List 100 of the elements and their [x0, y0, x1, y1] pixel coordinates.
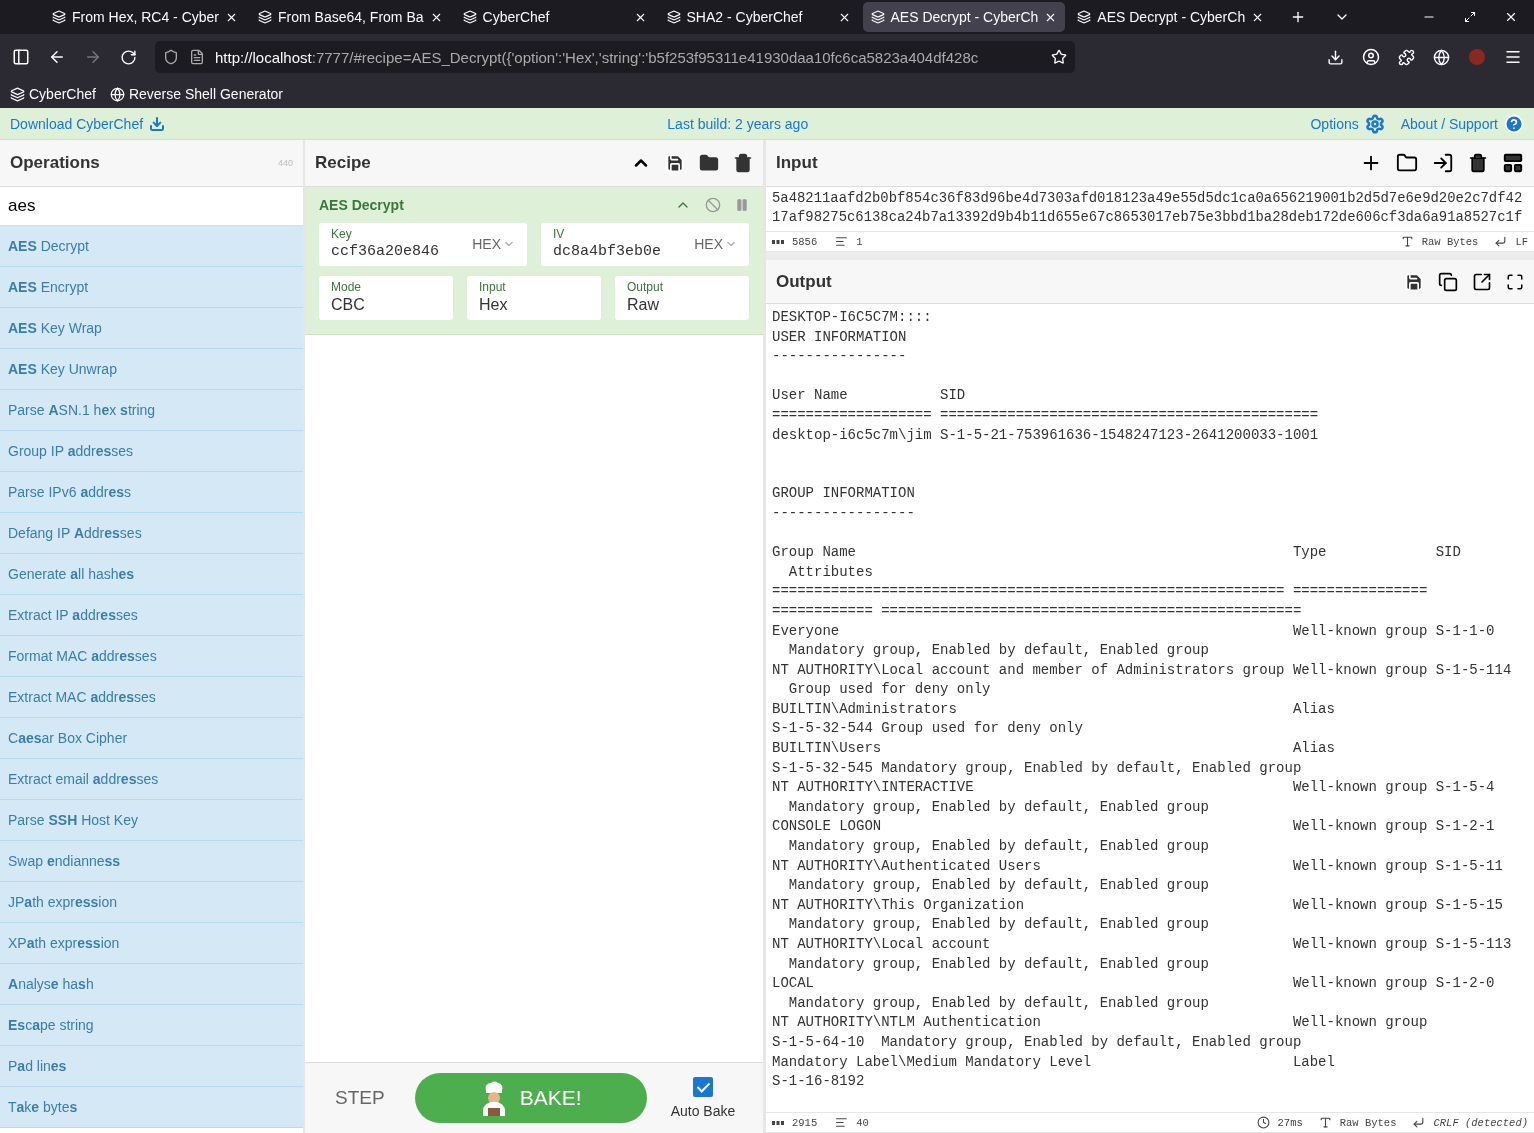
browser-tab[interactable]: AES Decrypt - CyberCh	[1069, 2, 1273, 32]
operation-item[interactable]: Format MAC addresses	[8, 648, 157, 664]
trash-icon[interactable]	[733, 153, 753, 173]
return-icon	[1412, 1116, 1426, 1129]
argument-dropdown[interactable]: Output Raw	[615, 276, 749, 320]
eol-label[interactable]: CRLF (detected)	[1433, 1116, 1528, 1129]
browser-tab[interactable]: From Hex, RC4 - Cyber	[44, 2, 247, 32]
checkbox-label: Auto Bake	[670, 1103, 736, 1119]
reload-icon[interactable]	[120, 48, 137, 66]
operation-item[interactable]: JPath expression	[8, 894, 117, 910]
folder-icon[interactable]	[1396, 152, 1418, 174]
fullscreen-icon[interactable]	[1506, 272, 1524, 291]
operation-item[interactable]: Group IP addresses	[8, 443, 134, 459]
browser-tab[interactable]: AES Decrypt - CyberCh	[862, 2, 1066, 32]
operation-item[interactable]: AES Key Wrap	[8, 320, 102, 336]
browser-tab[interactable]: From Base64, From Ba	[250, 2, 451, 32]
settings-icon[interactable]	[1364, 113, 1385, 134]
operation-item[interactable]: Take bytes	[8, 1099, 78, 1115]
download-link[interactable]: Download CyberChef	[10, 115, 166, 132]
help-icon[interactable]	[1504, 113, 1524, 134]
copy-icon[interactable]	[1438, 271, 1458, 292]
output-text: DESKTOP-I6C5C7M:::: USER INFORMATION ---------------- User Name SID =================== ============================================= desktop-i6c5c7m\jim S-1-5-21-753961636-1548247123-2641200033-1001 GROUP INFORMATION ----------------- Group Name Type SID Attributes ============================================================= ================ ============ ================================================== Everyone Well-known group S-1-1-0 Mandatory group, Enabled by default, Enabled group NT AUTHORITY\Local account and member of Administrators group Well-known group S-1-5-114 Group used for deny only BUILTIN\Administrators Alias S-1-5-32-544 Group used for deny only BUILTIN\Users Alias S-1-5-32-545 Mandatory group, Enabled by default, Enabled group NT AUTHORITY\INTERACTIVE Well-known group S-1-5-4 Mandatory group, Enabled by default, Enabled group CONSOLE LOGON Well-known group S-1-2-1 Mandatory group, Enabled by default, Enabled group NT AUTHORITY\Authenticated Users Well-known group S-1-5-11 Mandatory group, Enabled by default, Enabled group NT AUTHORITY\This Organization Well-known group S-1-5-15 Mandatory group, Enabled by default, Enabled group NT AUTHORITY\Local account Well-known group S-1-5-113 Mandatory group, Enabled by default, Enabled group LOCAL Well-known group S-1-2-0 Mandatory group, Enabled by default, Enabled group NT AUTHORITY\NTLM Authentication Well-known group S-1-5-64-10 Mandatory group, Enabled by default, Enabled group Mandatory Label\Medium Mandatory Level Label S-1-16-8192	[771, 308, 1513, 1092]
panel-title: Recipe	[315, 153, 372, 173]
layout-icon[interactable]	[1502, 152, 1524, 174]
page-icon	[189, 49, 205, 65]
bookmark-link[interactable]: Reverse Shell Generator	[128, 86, 283, 102]
browser-tab[interactable]: SHA2 - CyberChef	[658, 2, 859, 32]
argument-field[interactable]: Key ccf36a20e846 HEX	[319, 223, 527, 266]
operation-item[interactable]: AES Encrypt	[8, 279, 89, 295]
operation-name: AES Decrypt	[319, 197, 405, 213]
account-icon[interactable]	[1362, 48, 1380, 66]
format-dropdown[interactable]: HEX	[472, 236, 515, 260]
lines-icon	[835, 1116, 849, 1129]
operation-item[interactable]: Analyse hash	[8, 976, 94, 992]
font-icon	[1400, 235, 1414, 248]
menu-icon[interactable]	[1504, 48, 1522, 66]
line-count: 1	[856, 235, 863, 248]
panel-title: Output	[776, 271, 833, 292]
eol-label[interactable]: LF	[1515, 235, 1528, 248]
bookmark-link[interactable]: CyberChef	[29, 86, 96, 102]
sidebar-icon[interactable]	[12, 48, 30, 66]
operation-item[interactable]: XPath expression	[8, 935, 120, 951]
font-icon	[1318, 1116, 1332, 1129]
star-icon[interactable]	[1051, 49, 1067, 65]
field-label: Mode	[331, 280, 363, 294]
character-count: 5856	[792, 235, 818, 248]
field-value: ccf36a20e846	[331, 243, 441, 260]
text-icon	[772, 1119, 784, 1126]
argument-dropdown[interactable]: Mode CBC	[319, 276, 453, 320]
operation-item[interactable]: Extract IP addresses	[8, 607, 138, 623]
back-icon[interactable]	[48, 48, 66, 66]
operation-item[interactable]: Parse SSH Host Key	[8, 812, 138, 828]
input-text[interactable]: 5a48211aafd2b0bf854c36f83d96be4d7303afd018123a49e55d5dc1ca0a656219001b2d5d7e6e9d20e2c7df42 17af98275c6138ca24b7a13392d9b4b11d655e67c8653017eb75e3bbd1ba28deb172de606cf3da6a91a8527c1f	[766, 187, 1534, 231]
field-value: CBC	[331, 296, 366, 314]
operation-item[interactable]: Swap endianness	[8, 853, 121, 869]
operation-item[interactable]: Pad lines	[8, 1058, 67, 1074]
line-count: 40	[856, 1116, 869, 1129]
format-dropdown[interactable]: HEX	[694, 236, 737, 260]
forward-icon[interactable]	[84, 48, 102, 66]
field-value: Raw	[627, 296, 660, 314]
save-icon[interactable]	[1404, 271, 1424, 292]
close-icon[interactable]	[1504, 10, 1518, 24]
browser-tab[interactable]: CyberChef	[454, 2, 655, 32]
operation-item[interactable]: Parse ASN.1 hex string	[8, 402, 156, 418]
operation-item[interactable]: Extract MAC addresses	[8, 689, 156, 705]
operation-item[interactable]: Defang IP Addresses	[8, 525, 142, 541]
field-value: dc8a4bf3eb0e	[553, 243, 663, 260]
argument-field[interactable]: IV dc8a4bf3eb0e HEX	[541, 223, 749, 266]
auto-bake-checkbox[interactable]	[692, 1077, 713, 1097]
maximize-icon[interactable]	[1464, 11, 1476, 23]
lines-icon	[835, 235, 849, 248]
extensions-icon[interactable]	[1398, 48, 1415, 66]
globe-icon[interactable]	[1433, 48, 1450, 66]
encoding-label[interactable]: Raw Bytes	[1339, 1116, 1397, 1129]
import-icon[interactable]	[1432, 152, 1454, 174]
operation-item[interactable]: Caesar Box Cipher	[8, 730, 128, 746]
about-link[interactable]: About / Support	[1400, 115, 1498, 132]
replace-input-icon[interactable]	[1472, 271, 1492, 292]
operation-item[interactable]: Generate all hashes	[8, 566, 135, 582]
argument-dropdown[interactable]: Input Hex	[467, 276, 601, 320]
operation-item[interactable]: AES Key Unwrap	[8, 361, 117, 377]
bake-button[interactable]: BAKE!	[414, 1073, 647, 1123]
return-icon	[1494, 235, 1508, 248]
download-icon[interactable]	[1327, 48, 1344, 66]
address-bar[interactable]: http://localhost:7777/#recipe=AES_Decrypt({'option':'Hex','string':'b5f253f95311e41930daa10fc6ca5823a404df428c	[155, 41, 1075, 73]
globe-icon	[109, 86, 125, 102]
encoding-label[interactable]: Raw Bytes	[1421, 235, 1479, 248]
trash-icon[interactable]	[1468, 153, 1488, 173]
step-button[interactable]: STEP	[329, 1086, 391, 1110]
operation-item[interactable]: Escape string	[8, 1017, 94, 1033]
options-link[interactable]: Options	[1310, 115, 1359, 132]
shield-icon	[163, 49, 179, 65]
bake-time: 27ms	[1277, 1116, 1303, 1129]
build-info: Last build: 2 years ago	[667, 115, 809, 132]
operation-item[interactable]: Parse IPv6 address	[8, 484, 131, 500]
field-label: Output	[627, 280, 665, 294]
operation-item[interactable]: AES Decrypt	[8, 238, 89, 254]
save-icon[interactable]	[665, 153, 685, 173]
folder-icon[interactable]	[699, 153, 719, 173]
operation-item[interactable]: Extract email addresses	[8, 771, 159, 787]
